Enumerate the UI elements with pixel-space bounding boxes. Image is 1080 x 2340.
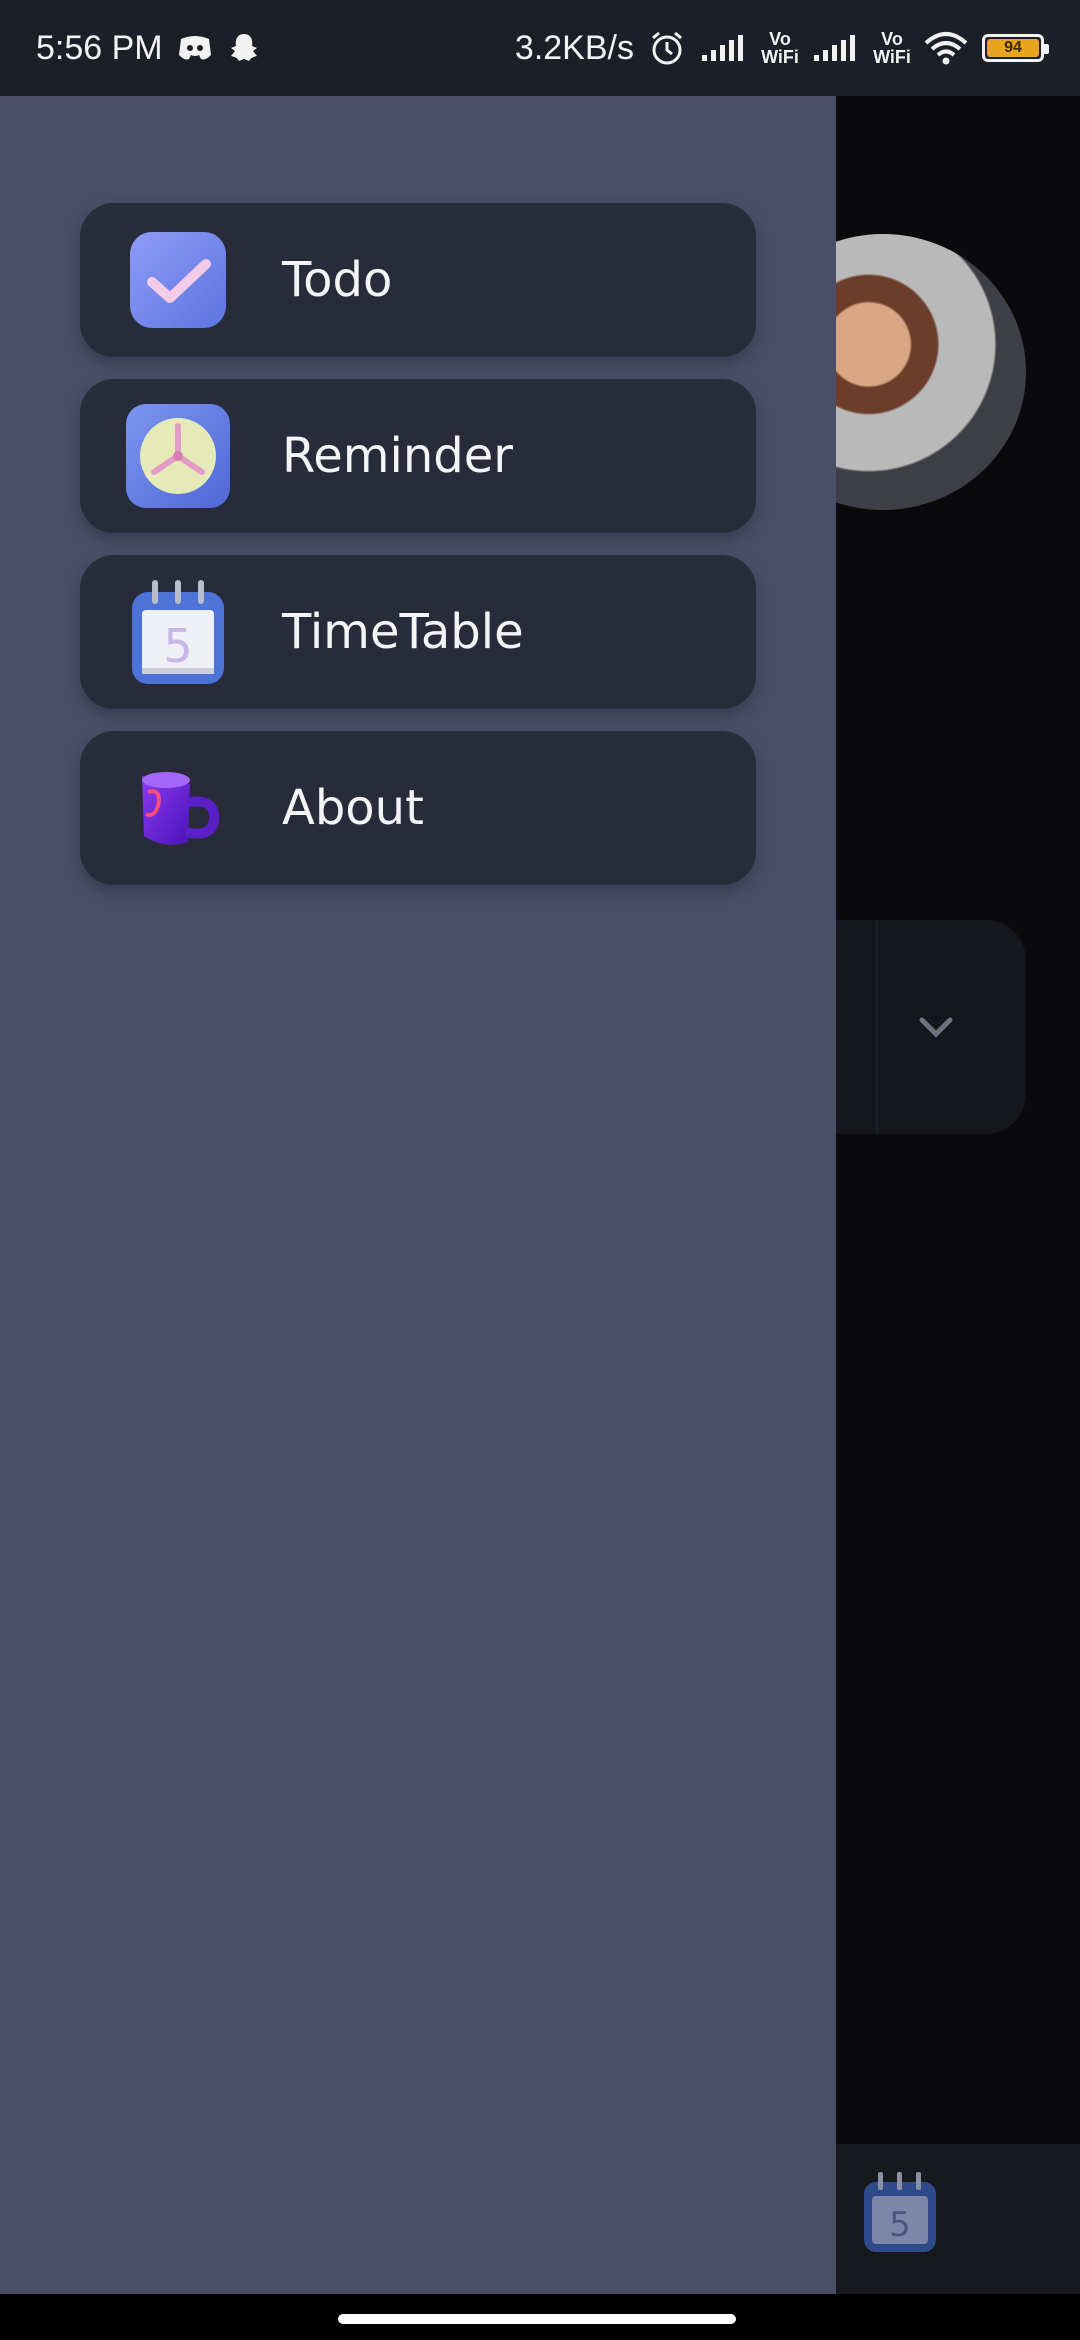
mug-icon <box>126 756 230 860</box>
discord-icon <box>177 33 213 63</box>
drawer-item-about[interactable]: About <box>80 731 756 885</box>
drawer-item-label: TimeTable <box>282 604 524 660</box>
drawer-item-reminder[interactable]: Reminder <box>80 379 756 533</box>
vowifi-badge-2: Vo WiFi <box>873 29 911 67</box>
drawer-item-timetable[interactable]: 5 TimeTable <box>80 555 756 709</box>
svg-text:5: 5 <box>889 2205 911 2245</box>
snapchat-icon <box>227 31 261 65</box>
todo-check-icon <box>126 228 230 332</box>
status-time: 5:56 PM <box>36 28 163 67</box>
signal-icon <box>700 33 748 63</box>
signal-icon-2 <box>812 33 860 63</box>
alarm-icon <box>648 29 686 67</box>
network-speed: 3.2KB/s <box>514 28 634 67</box>
status-bar: 5:56 PM 3.2KB/s Vo WiFi Vo WiFi 94 <box>0 0 1080 96</box>
drawer-item-label: Reminder <box>282 428 513 484</box>
wifi-icon <box>924 31 968 65</box>
battery-icon: 94 <box>982 34 1049 62</box>
clock-icon <box>126 404 230 508</box>
vowifi-badge: Vo WiFi <box>761 29 799 67</box>
card-divider <box>876 920 878 1134</box>
drawer-item-label: About <box>282 780 424 836</box>
calendar-tab-icon[interactable]: 5 <box>860 2168 940 2254</box>
battery-level: 94 <box>987 39 1039 57</box>
drawer-item-label: Todo <box>282 252 393 308</box>
home-indicator[interactable] <box>338 2314 736 2324</box>
calendar-icon: 5 <box>126 580 230 684</box>
drawer-item-todo[interactable]: Todo <box>80 203 756 357</box>
svg-text:5: 5 <box>163 619 192 673</box>
chevron-down-icon <box>919 1017 953 1038</box>
